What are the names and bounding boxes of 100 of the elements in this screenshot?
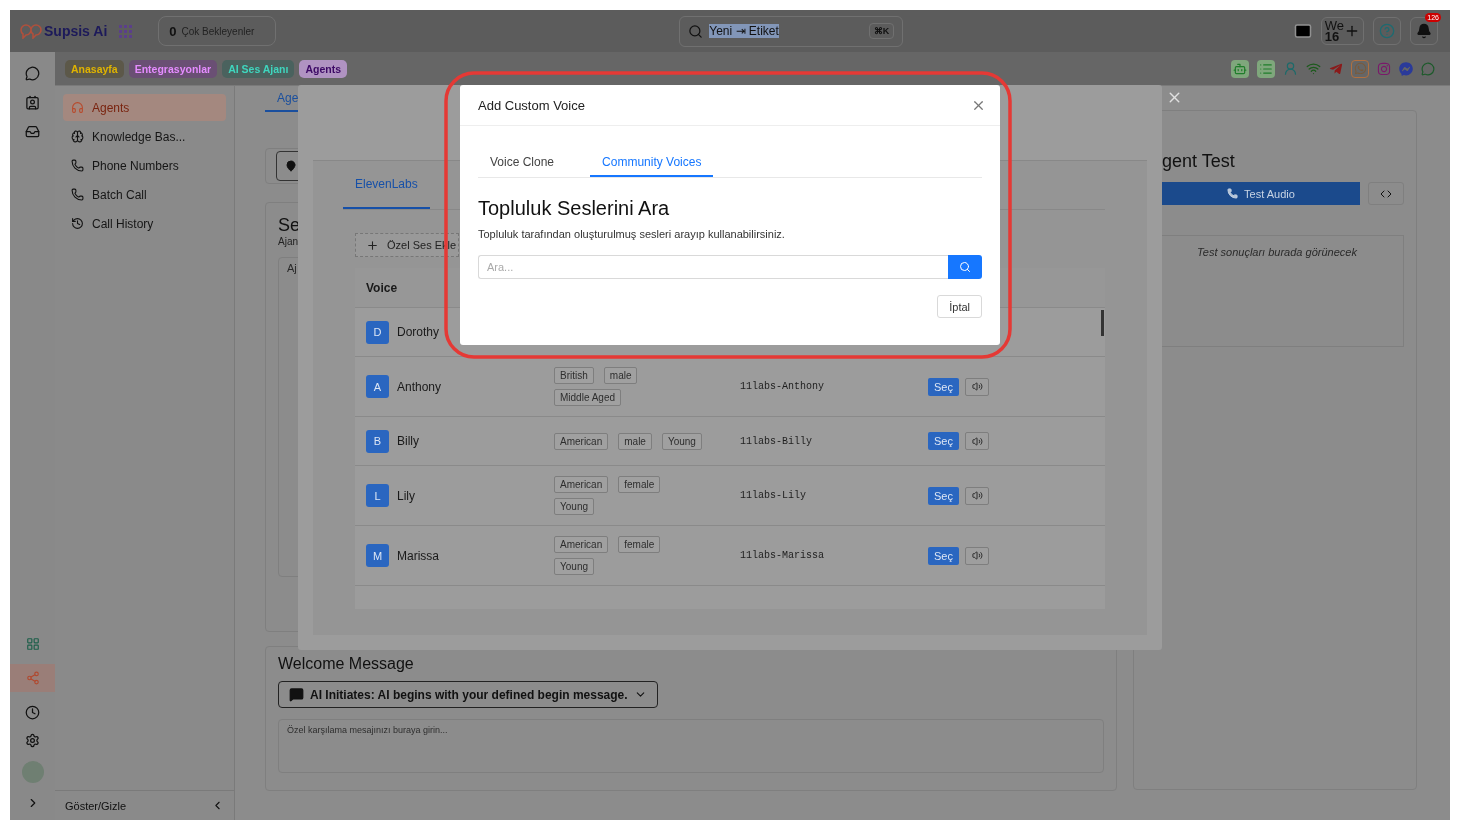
help-icon [1379,23,1395,39]
voice-tag: Young [554,558,594,575]
voice-name: Lily [397,488,415,503]
voice-avatar: M [366,544,389,567]
instagram-icon[interactable] [1377,61,1391,76]
select-button[interactable]: Seç [928,546,959,565]
welcome-title: Welcome Message [278,655,415,673]
messenger-icon[interactable] [1399,61,1413,76]
voice-name: Dorothy [397,325,440,339]
speaker-icon [971,435,983,447]
sidebar-item-icon [71,217,84,230]
search-icon [959,261,971,273]
share-nav-item[interactable] [10,664,55,692]
voice-tag: Young [661,432,702,450]
phone-icon [1227,188,1239,199]
cancel-button[interactable]: İptal [937,295,982,318]
telegram-icon[interactable] [1329,61,1343,76]
play-button[interactable] [965,432,989,450]
voice-tag: Young [554,498,594,515]
speaker-icon [971,381,983,392]
voice-id: 11labs-Marissa [740,550,825,561]
speaker-icon [971,550,983,561]
voice-tag: male [618,432,652,450]
sidebar-item[interactable]: Batch Call [63,181,226,208]
play-button[interactable] [965,486,989,505]
sidebar-item-icon [71,101,84,114]
clock-icon[interactable] [25,705,40,720]
search-field[interactable]: Yeni ⇥ Etiket ⌘K [679,15,904,47]
sidebar-item[interactable]: Phone Numbers [63,152,226,179]
voice-tag: male [603,367,638,384]
speaker-icon [971,490,983,501]
column-header: Voice [366,280,398,295]
whatsapp-icon[interactable] [1353,62,1367,75]
search-button[interactable] [948,255,982,279]
section-title: Se [278,215,301,236]
toggle-sidebar-button[interactable]: Göster/Gizle [55,790,234,820]
shortcut-key: ⌘K [868,23,895,39]
voice-id: 11labs-Billy [740,435,813,447]
chat-icon[interactable] [25,66,40,81]
voice-tag: American [554,536,609,553]
logo-icon [20,23,42,39]
quick-tag[interactable]: Agents [299,59,348,78]
voice-id: 11labs-Lily [740,490,807,501]
voice-tag: American [554,432,609,450]
plus-icon [366,238,379,252]
play-button[interactable] [965,546,989,565]
dialog-description: Topluluk tarafından oluşturulmuş sesleri arayıp kullanabilirsiniz. [478,228,786,240]
voice-tag: female [618,536,661,553]
sidebar-item[interactable]: Agents [63,94,226,121]
test-audio-button[interactable]: Test Audio [1162,182,1360,205]
voice-name: Anthony [397,379,442,394]
user-avatar[interactable] [21,761,44,783]
voice-id: 11labs-Anthony [740,381,825,392]
sidebar-item-icon [71,159,84,172]
section-subtitle: Ajan [278,236,298,247]
grid-icon[interactable] [25,637,40,651]
chat-bubble-icon[interactable] [1421,61,1435,76]
bot-icon[interactable] [1233,61,1247,76]
select-button[interactable]: Seç [928,432,959,450]
voice-avatar: B [366,429,389,453]
quick-tag[interactable]: AI Ses Ajanı [222,59,295,78]
user-badge[interactable]: We 16 [1320,17,1364,45]
sidebar-item[interactable]: Call History [63,210,226,237]
quick-tag[interactable]: Anasayfa [65,59,124,78]
message-icon [289,687,304,702]
voice-search-field[interactable]: Ara... [478,255,948,279]
dialog-tab[interactable]: Community Voices [590,148,714,177]
settings-icon[interactable] [25,733,40,748]
welcome-message-field[interactable]: Özel karşılama mesajınızı buraya girin... [278,719,1104,773]
list-icon[interactable] [1259,61,1273,76]
sidebar-item-icon [71,130,84,143]
code-button[interactable] [1368,182,1404,205]
voice-tag: American [554,476,609,493]
app-logo[interactable]: Supsis Ai [44,23,108,39]
wifi-icon[interactable] [1306,61,1321,76]
search-icon [688,23,704,39]
voice-avatar: L [366,484,389,507]
bell-icon [1416,23,1432,39]
voice-avatar: A [366,375,389,398]
sidebar-item[interactable]: Knowledge Bas... [63,123,226,150]
voice-avatar: D [366,320,389,344]
voice-tag: female [618,476,661,493]
plus-icon [1344,23,1360,39]
contact-card-icon[interactable] [25,95,40,110]
select-button[interactable]: Seç [928,377,959,396]
pin-icon [285,160,297,172]
dialog-heading: Topluluk Seslerini Ara [478,197,671,220]
help-button[interactable] [1373,17,1401,45]
select-button[interactable]: Seç [928,486,959,505]
inbox-icon[interactable] [25,124,40,139]
quick-tag[interactable]: Entegrasyonlar [128,59,218,78]
apps-grid-icon[interactable] [119,24,133,38]
voice-user-icon[interactable] [1283,61,1298,76]
scrollbar-thumb[interactable] [1101,310,1104,336]
play-button[interactable] [965,377,989,396]
provider-tab[interactable]: ElevenLabs [343,161,430,209]
voice-tag: British [554,367,594,384]
dialog-tab[interactable]: Voice Clone [478,148,567,177]
welcome-mode-dropdown[interactable]: AI Initiates: AI begins with your defined begin message. [278,681,658,708]
voice-name: Billy [397,434,419,448]
